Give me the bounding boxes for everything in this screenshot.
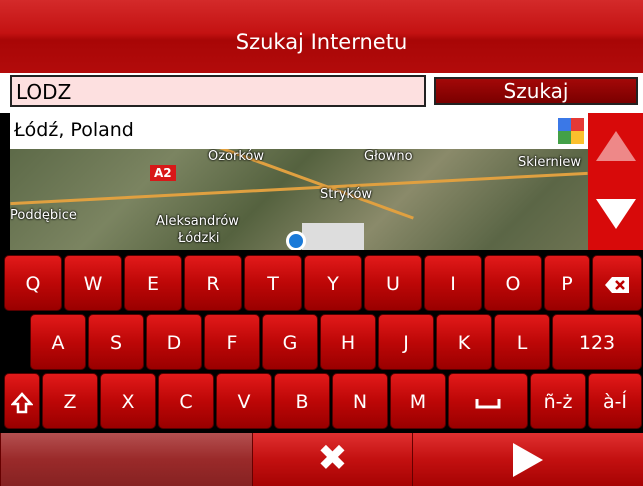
key-k[interactable]: K: [436, 314, 492, 370]
backspace-key[interactable]: [592, 255, 642, 311]
key-x[interactable]: X: [100, 373, 156, 429]
key-a[interactable]: A: [30, 314, 86, 370]
key-z[interactable]: Z: [42, 373, 98, 429]
space-icon: [475, 398, 501, 408]
shift-key[interactable]: [4, 373, 40, 429]
key-f[interactable]: F: [204, 314, 260, 370]
key-p[interactable]: P: [544, 255, 590, 311]
space-key[interactable]: [448, 373, 528, 429]
map-label: Poddębice: [10, 208, 77, 223]
key-c[interactable]: C: [158, 373, 214, 429]
key-d[interactable]: D: [146, 314, 202, 370]
key-v[interactable]: V: [216, 373, 272, 429]
map-label: Głowno: [364, 149, 413, 164]
key-j[interactable]: J: [378, 314, 434, 370]
key-l[interactable]: L: [494, 314, 550, 370]
result-label: Łódź, Poland: [14, 119, 134, 141]
play-icon: [513, 443, 543, 477]
key-h[interactable]: H: [320, 314, 376, 370]
scrollbar[interactable]: [588, 113, 643, 250]
map-label: Ozorków: [208, 149, 265, 164]
map-road-shield: A2: [150, 165, 176, 181]
key-s[interactable]: S: [88, 314, 144, 370]
numbers-key[interactable]: 123: [552, 314, 642, 370]
key-g[interactable]: G: [262, 314, 318, 370]
key-i[interactable]: I: [424, 255, 482, 311]
scroll-up-icon[interactable]: [596, 131, 636, 161]
location-pin-icon: [286, 231, 306, 250]
title-bar: Szukaj Internetu: [0, 0, 643, 74]
close-icon: ✖: [317, 438, 348, 479]
bottom-bar: ✖: [0, 433, 643, 486]
map-tile-blank: [302, 223, 364, 250]
accent-key-n-z[interactable]: ñ-ż: [530, 373, 586, 429]
google-icon: [558, 118, 584, 144]
search-row: LODZ Szukaj: [0, 73, 643, 113]
key-q[interactable]: Q: [4, 255, 62, 311]
go-button[interactable]: [412, 433, 643, 486]
on-screen-keyboard: Q W E R T Y U I O P A S D F G H J K L 12…: [0, 253, 643, 433]
map-label: Aleksandrów: [156, 214, 239, 229]
search-button[interactable]: Szukaj: [434, 77, 638, 105]
key-r[interactable]: R: [184, 255, 242, 311]
page-title: Szukaj Internetu: [235, 30, 408, 54]
map-label: Skierniew: [518, 155, 581, 170]
key-o[interactable]: O: [484, 255, 542, 311]
key-e[interactable]: E: [124, 255, 182, 311]
shift-icon: [10, 391, 34, 413]
accent-key-a-i[interactable]: à-Í: [588, 373, 642, 429]
map-label: Łódzki: [178, 231, 220, 246]
search-input[interactable]: LODZ: [10, 75, 426, 107]
key-t[interactable]: T: [244, 255, 302, 311]
key-n[interactable]: N: [332, 373, 388, 429]
result-item[interactable]: Łódź, Poland: [10, 113, 588, 149]
empty-button: [0, 433, 252, 486]
key-w[interactable]: W: [64, 255, 122, 311]
key-y[interactable]: Y: [304, 255, 362, 311]
map-label: Stryków: [320, 187, 373, 202]
key-b[interactable]: B: [274, 373, 330, 429]
key-u[interactable]: U: [364, 255, 422, 311]
backspace-icon: [605, 276, 629, 293]
key-m[interactable]: M: [390, 373, 446, 429]
scroll-down-icon[interactable]: [596, 199, 636, 229]
cancel-button[interactable]: ✖: [252, 433, 412, 486]
map-preview[interactable]: A2 Ozorków Głowno Skierniew Stryków Podd…: [10, 149, 588, 250]
